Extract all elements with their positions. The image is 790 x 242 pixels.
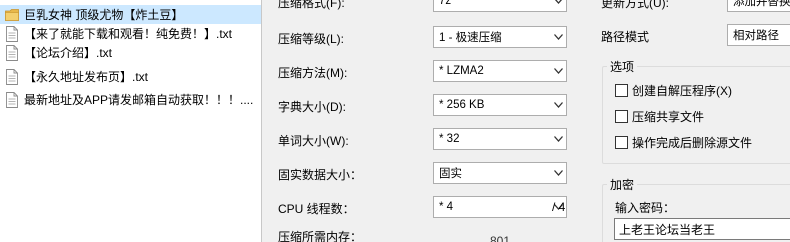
memory-required-label: 压缩所需内存：	[278, 230, 363, 242]
dictionary-size-select[interactable]: * 256 KB	[433, 94, 567, 116]
format-label: 压缩格式(F):	[278, 0, 345, 10]
file-list-item[interactable]: 【来了就能下载和观看！纯免费！】.txt	[0, 24, 261, 43]
options-group-title: 选项	[607, 58, 638, 75]
password-label: 输入密码：	[615, 201, 676, 215]
chevron-down-icon	[550, 163, 566, 183]
update-mode-select[interactable]: 添加并替换文件	[727, 0, 790, 12]
chevron-down-icon	[550, 61, 566, 81]
cpu-threads-label: CPU 线程数：	[278, 202, 355, 216]
word-size-select[interactable]: * 32	[433, 128, 567, 150]
text-file-icon	[5, 44, 19, 61]
file-name: 【永久地址发布页】.txt	[24, 70, 149, 84]
method-label: 压缩方法(M):	[278, 66, 348, 80]
file-list: 巨乳女神 顶级尤物【炸土豆】 【来了就能下载和观看！纯免费！】.txt 【论坛介…	[0, 0, 262, 242]
solid-block-label: 固实数据大小：	[278, 168, 363, 182]
checkbox-box[interactable]	[615, 84, 628, 97]
file-name: 【论坛介绍】.txt	[24, 46, 113, 60]
chevron-down-icon	[550, 27, 566, 47]
checkbox-box[interactable]	[615, 136, 628, 149]
checkbox-box[interactable]	[615, 110, 628, 123]
file-list-item[interactable]: 【永久地址发布页】.txt	[0, 67, 261, 86]
file-name: 最新地址及APP请发邮箱自动获取！！！....	[24, 93, 254, 107]
path-mode-label: 路径模式	[601, 30, 650, 44]
file-name: 巨乳女神 顶级尤物【炸土豆】	[24, 8, 184, 22]
path-mode-select[interactable]: 相对路径	[727, 24, 790, 46]
create-sfx-checkbox[interactable]: 创建自解压程序(X)	[615, 82, 732, 99]
chevron-down-icon	[550, 95, 566, 115]
memory-required-value: 801	[490, 234, 511, 242]
solid-block-select[interactable]: 固实	[433, 162, 567, 184]
text-file-icon	[5, 68, 19, 85]
folder-icon	[5, 7, 19, 23]
password-input[interactable]: 上老王论坛当老王	[614, 218, 790, 240]
update-mode-label: 更新方式(U):	[601, 0, 669, 10]
method-select[interactable]: * LZMA2	[433, 60, 567, 82]
delete-after-checkbox[interactable]: 操作完成后删除源文件	[615, 134, 752, 151]
chevron-down-icon	[550, 129, 566, 149]
level-label: 压缩等级(L):	[278, 32, 345, 46]
text-file-icon	[5, 25, 19, 42]
level-select[interactable]: 1 - 极速压缩	[433, 26, 567, 48]
file-name: 【来了就能下载和观看！纯免费！】.txt	[24, 27, 233, 41]
chevron-down-icon	[550, 0, 566, 11]
cpu-threads-total: / 4	[552, 200, 566, 214]
compression-settings-panel: 压缩格式(F): 7z 压缩等级(L): 1 - 极速压缩 压缩方法(M): *…	[262, 0, 790, 242]
encryption-group-title: 加密	[607, 176, 638, 193]
compress-shared-checkbox[interactable]: 压缩共享文件	[615, 108, 704, 125]
file-list-item[interactable]: 【论坛介绍】.txt	[0, 43, 261, 62]
cpu-threads-select[interactable]: * 4	[433, 196, 567, 218]
word-size-label: 单词大小(W):	[278, 134, 349, 148]
dictionary-size-label: 字典大小(D):	[278, 100, 346, 114]
file-list-item[interactable]: 最新地址及APP请发邮箱自动获取！！！....	[0, 90, 261, 109]
format-select[interactable]: 7z	[433, 0, 567, 12]
file-list-item[interactable]: 巨乳女神 顶级尤物【炸土豆】	[0, 5, 261, 24]
text-file-icon	[5, 91, 19, 108]
